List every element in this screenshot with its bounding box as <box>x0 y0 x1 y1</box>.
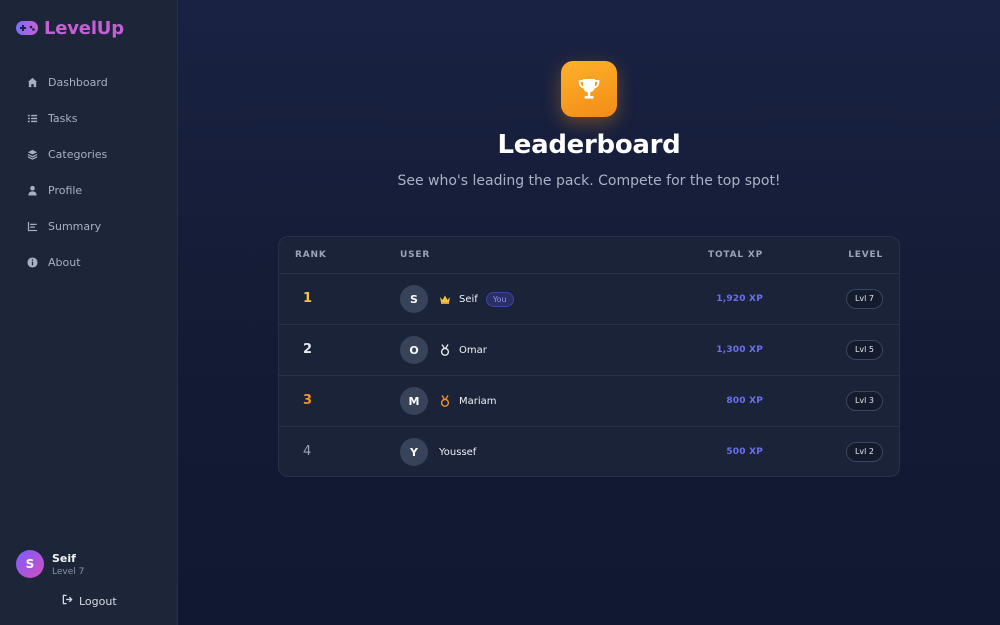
rank-value: 1 <box>303 291 313 306</box>
column-header-user: USER <box>400 250 431 260</box>
table-row[interactable]: 4 Y Youssef 500 XP Lvl 2 <box>279 427 899 476</box>
level-badge: Lvl 3 <box>845 391 883 411</box>
user-cell: Youssef <box>439 427 477 476</box>
main-content: Leaderboard See who's leading the pack. … <box>178 0 1000 625</box>
brand[interactable]: LevelUp <box>16 16 124 40</box>
bronze-medal-icon <box>439 395 451 407</box>
user-name: Seif <box>459 293 478 305</box>
rank-value: 4 <box>303 444 312 459</box>
page-title: Leaderboard <box>497 130 681 160</box>
info-icon <box>26 256 38 268</box>
sidebar-item-label: About <box>48 255 81 269</box>
avatar: M <box>400 387 428 415</box>
avatar: Y <box>400 438 428 466</box>
avatar: S <box>16 550 44 578</box>
user-cell: Omar <box>439 325 487 375</box>
current-user[interactable]: S Seif Level 7 <box>16 550 84 578</box>
column-header-level: LEVEL <box>848 250 883 260</box>
user-cell: Seif You <box>439 274 514 324</box>
bar-chart-icon <box>26 220 38 232</box>
logout-button[interactable]: Logout <box>62 592 117 610</box>
xp-value: 1,920 XP <box>716 294 763 304</box>
user-info: Seif Level 7 <box>52 552 84 577</box>
table-row[interactable]: 1 S Seif You 1,920 XP Lvl 7 <box>279 274 899 325</box>
level-badge: Lvl 5 <box>845 340 883 360</box>
leaderboard-table: RANK USER TOTAL XP LEVEL 1 S Seif You 1,… <box>278 236 900 477</box>
sidebar-item-label: Profile <box>48 183 83 197</box>
user-cell: Mariam <box>439 376 497 426</box>
sidebar-item-label: Dashboard <box>48 75 108 89</box>
sidebar-item-profile[interactable]: Profile <box>14 172 164 208</box>
sidebar-item-about[interactable]: About <box>14 244 164 280</box>
column-header-xp: TOTAL XP <box>708 250 763 260</box>
user-icon <box>26 184 38 196</box>
home-icon <box>26 76 38 88</box>
user-name: Omar <box>459 344 487 356</box>
you-badge: You <box>485 291 514 307</box>
logout-icon <box>62 594 73 608</box>
sidebar-item-label: Categories <box>48 147 108 161</box>
avatar: O <box>400 336 428 364</box>
logout-label: Logout <box>79 594 117 608</box>
page-subtitle: See who's leading the pack. Compete for … <box>397 173 781 189</box>
user-name: Mariam <box>459 395 497 407</box>
sidebar-item-summary[interactable]: Summary <box>14 208 164 244</box>
gamepad-icon <box>16 21 38 35</box>
table-row[interactable]: 3 M Mariam 800 XP Lvl 3 <box>279 376 899 427</box>
crown-icon <box>439 293 451 305</box>
silver-medal-icon <box>439 344 451 356</box>
layers-icon <box>26 148 38 160</box>
sidebar: LevelUp Dashboard Tasks Categories Profi… <box>0 0 178 625</box>
level-badge: Lvl 2 <box>845 442 883 462</box>
sidebar-nav: Dashboard Tasks Categories Profile Summa… <box>14 64 164 280</box>
level-badge: Lvl 7 <box>845 289 883 309</box>
user-name: Youssef <box>439 446 477 458</box>
sidebar-item-label: Tasks <box>48 111 78 125</box>
sidebar-item-label: Summary <box>48 219 102 233</box>
table-header: RANK USER TOTAL XP LEVEL <box>279 237 899 274</box>
column-header-rank: RANK <box>295 250 327 260</box>
trophy-icon <box>561 61 617 117</box>
xp-value: 500 XP <box>726 447 763 457</box>
rank-value: 2 <box>303 342 313 357</box>
user-level: Level 7 <box>52 566 85 577</box>
list-icon <box>26 112 38 124</box>
avatar: S <box>400 285 428 313</box>
sidebar-item-categories[interactable]: Categories <box>14 136 164 172</box>
rank-value: 3 <box>303 393 313 408</box>
brand-name: LevelUp <box>44 17 124 39</box>
xp-value: 800 XP <box>726 396 763 406</box>
xp-value: 1,300 XP <box>716 345 763 355</box>
table-row[interactable]: 2 O Omar 1,300 XP Lvl 5 <box>279 325 899 376</box>
sidebar-item-dashboard[interactable]: Dashboard <box>14 64 164 100</box>
user-name: Seif <box>52 551 76 565</box>
sidebar-item-tasks[interactable]: Tasks <box>14 100 164 136</box>
